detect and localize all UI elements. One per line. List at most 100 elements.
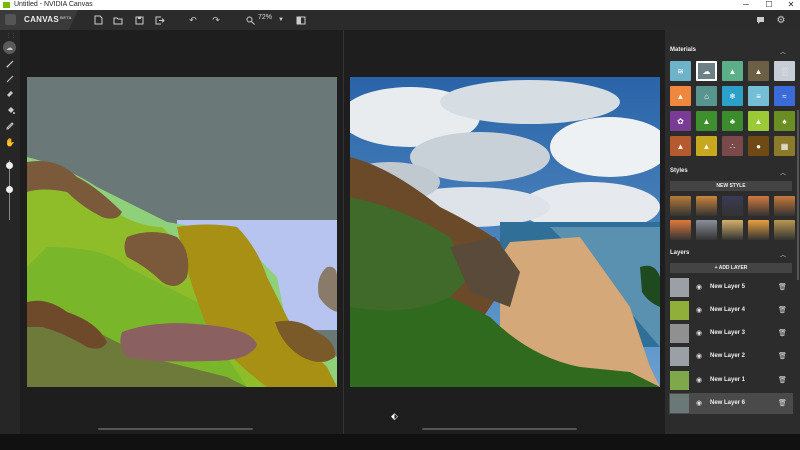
material-water[interactable]: ≡ bbox=[748, 86, 769, 106]
new-style-button[interactable]: NEW STYLE bbox=[670, 181, 792, 191]
styles-title: Styles bbox=[670, 168, 688, 174]
close-button[interactable]: ✕ bbox=[782, 0, 800, 10]
settings-button[interactable]: ⚙ bbox=[774, 13, 788, 27]
tool-eyedropper[interactable] bbox=[3, 120, 17, 132]
grip-icon: ⋮⋮ bbox=[6, 33, 16, 39]
eye-icon[interactable]: ◉ bbox=[696, 329, 702, 337]
maximize-button[interactable]: ☐ bbox=[760, 0, 778, 10]
trash-icon[interactable]: 🗑 bbox=[778, 352, 787, 360]
open-button[interactable] bbox=[111, 13, 125, 27]
material-grass[interactable]: ▲ bbox=[722, 61, 743, 81]
trash-icon[interactable]: 🗑 bbox=[778, 329, 787, 337]
app-logo: CANVASBETA bbox=[0, 10, 78, 30]
brush-size-knob[interactable] bbox=[6, 162, 13, 169]
layer-row[interactable]: ◉ New Layer 4 🗑 bbox=[669, 300, 793, 321]
tool-fill[interactable] bbox=[3, 104, 17, 116]
eye-icon[interactable]: ◉ bbox=[696, 352, 702, 360]
style-thumbnail[interactable] bbox=[774, 220, 795, 240]
style-thumbnail[interactable] bbox=[670, 220, 691, 240]
tool-brush[interactable] bbox=[3, 58, 17, 70]
material-mountain[interactable]: ▲ bbox=[748, 61, 769, 81]
material-fog[interactable]: ░ bbox=[774, 61, 795, 81]
tool-eraser[interactable] bbox=[3, 88, 17, 100]
trash-icon[interactable]: 🗑 bbox=[778, 376, 787, 384]
material-cloud[interactable]: ☁ bbox=[696, 61, 717, 81]
open-folder-icon bbox=[113, 17, 123, 24]
material-sky[interactable]: ≋ bbox=[670, 61, 691, 81]
material-stone[interactable]: ▦ bbox=[774, 136, 795, 156]
eye-icon[interactable]: ◉ bbox=[696, 283, 702, 291]
zoom-level[interactable]: 72% bbox=[258, 14, 272, 21]
style-thumbnail[interactable] bbox=[696, 220, 717, 240]
style-thumbnail[interactable] bbox=[670, 196, 691, 216]
zoom-dropdown[interactable]: ▼ bbox=[274, 13, 288, 27]
tool-paintbrush-active[interactable]: ☁ bbox=[3, 41, 16, 54]
eye-icon[interactable]: ◉ bbox=[696, 399, 702, 407]
add-layer-button[interactable]: + ADD LAYER bbox=[670, 263, 792, 273]
material-building[interactable]: ⌂ bbox=[696, 86, 717, 106]
hand-icon: ✋ bbox=[5, 137, 15, 147]
material-sea[interactable]: ≈ bbox=[774, 86, 795, 106]
fog-icon: ░ bbox=[781, 66, 788, 76]
magnifier-icon bbox=[246, 16, 255, 25]
material-hill[interactable]: ▲ bbox=[670, 86, 691, 106]
segmentation-canvas[interactable] bbox=[27, 77, 337, 387]
layer-row[interactable]: ◉ New Layer 5 🗑 bbox=[669, 277, 793, 298]
zoom-button[interactable] bbox=[243, 13, 257, 27]
layer-row[interactable]: ◉ New Layer 1 🗑 bbox=[669, 370, 793, 391]
undo-button[interactable]: ↶ bbox=[186, 13, 200, 27]
layers-collapse-icon[interactable]: ︿ bbox=[780, 250, 786, 259]
layer-thumbnail bbox=[670, 324, 689, 343]
split-divider[interactable] bbox=[343, 30, 344, 434]
material-grass2[interactable]: ▲ bbox=[748, 111, 769, 131]
dirt-icon: ▲ bbox=[676, 141, 685, 151]
style-thumbnail[interactable] bbox=[748, 220, 769, 240]
layer-row[interactable]: ◉ New Layer 6 🗑 bbox=[669, 393, 793, 414]
styles-collapse-icon[interactable]: ︿ bbox=[780, 168, 786, 177]
save-button[interactable] bbox=[132, 13, 146, 27]
styles-grid bbox=[670, 196, 795, 240]
stone-icon: ▦ bbox=[780, 141, 789, 151]
export-button[interactable] bbox=[153, 13, 167, 27]
feedback-button[interactable] bbox=[753, 13, 767, 27]
materials-collapse-icon[interactable]: ︿ bbox=[780, 47, 786, 56]
material-sand[interactable]: ▲ bbox=[696, 136, 717, 156]
style-thumbnail[interactable] bbox=[722, 220, 743, 240]
tool-line[interactable] bbox=[3, 73, 17, 85]
style-thumbnail[interactable] bbox=[722, 196, 743, 216]
nvidia-logo-icon bbox=[5, 14, 16, 25]
materials-title: Materials bbox=[670, 47, 697, 53]
material-plant[interactable]: ♣ bbox=[722, 111, 743, 131]
sky-icon: ≋ bbox=[677, 66, 684, 76]
layer-row[interactable]: ◉ New Layer 3 🗑 bbox=[669, 323, 793, 344]
material-dirt[interactable]: ▲ bbox=[670, 136, 691, 156]
right-canvas-scrollbar[interactable] bbox=[422, 428, 577, 430]
material-gravel[interactable]: ∴ bbox=[722, 136, 743, 156]
left-canvas-scrollbar[interactable] bbox=[98, 428, 253, 430]
redo-button[interactable]: ↷ bbox=[209, 13, 223, 27]
new-file-button[interactable] bbox=[91, 13, 105, 27]
minimize-button[interactable]: ─ bbox=[737, 0, 755, 10]
trash-icon[interactable]: 🗑 bbox=[778, 399, 787, 407]
panel-scrollbar[interactable] bbox=[797, 110, 799, 280]
style-thumbnail[interactable] bbox=[696, 196, 717, 216]
material-tree[interactable]: ♠ bbox=[774, 111, 795, 131]
layer-thumbnail bbox=[670, 347, 689, 366]
eye-icon[interactable]: ◉ bbox=[696, 376, 702, 384]
eye-icon[interactable]: ◉ bbox=[696, 306, 702, 314]
trash-icon[interactable]: 🗑 bbox=[778, 306, 787, 314]
split-view-button[interactable] bbox=[294, 13, 308, 27]
tree-icon: ♠ bbox=[782, 116, 787, 126]
style-thumbnail[interactable] bbox=[774, 196, 795, 216]
material-bush[interactable]: ▲ bbox=[696, 111, 717, 131]
layer-row[interactable]: ◉ New Layer 2 🗑 bbox=[669, 346, 793, 367]
brush-hardness-knob[interactable] bbox=[6, 186, 13, 193]
material-snow[interactable]: ❄ bbox=[722, 86, 743, 106]
line-icon bbox=[6, 75, 14, 83]
style-thumbnail[interactable] bbox=[748, 196, 769, 216]
tool-pan[interactable]: ✋ bbox=[3, 136, 17, 148]
generated-image bbox=[350, 77, 660, 387]
material-rock[interactable]: ● bbox=[748, 136, 769, 156]
trash-icon[interactable]: 🗑 bbox=[778, 283, 787, 291]
material-flower[interactable]: ✿ bbox=[670, 111, 691, 131]
